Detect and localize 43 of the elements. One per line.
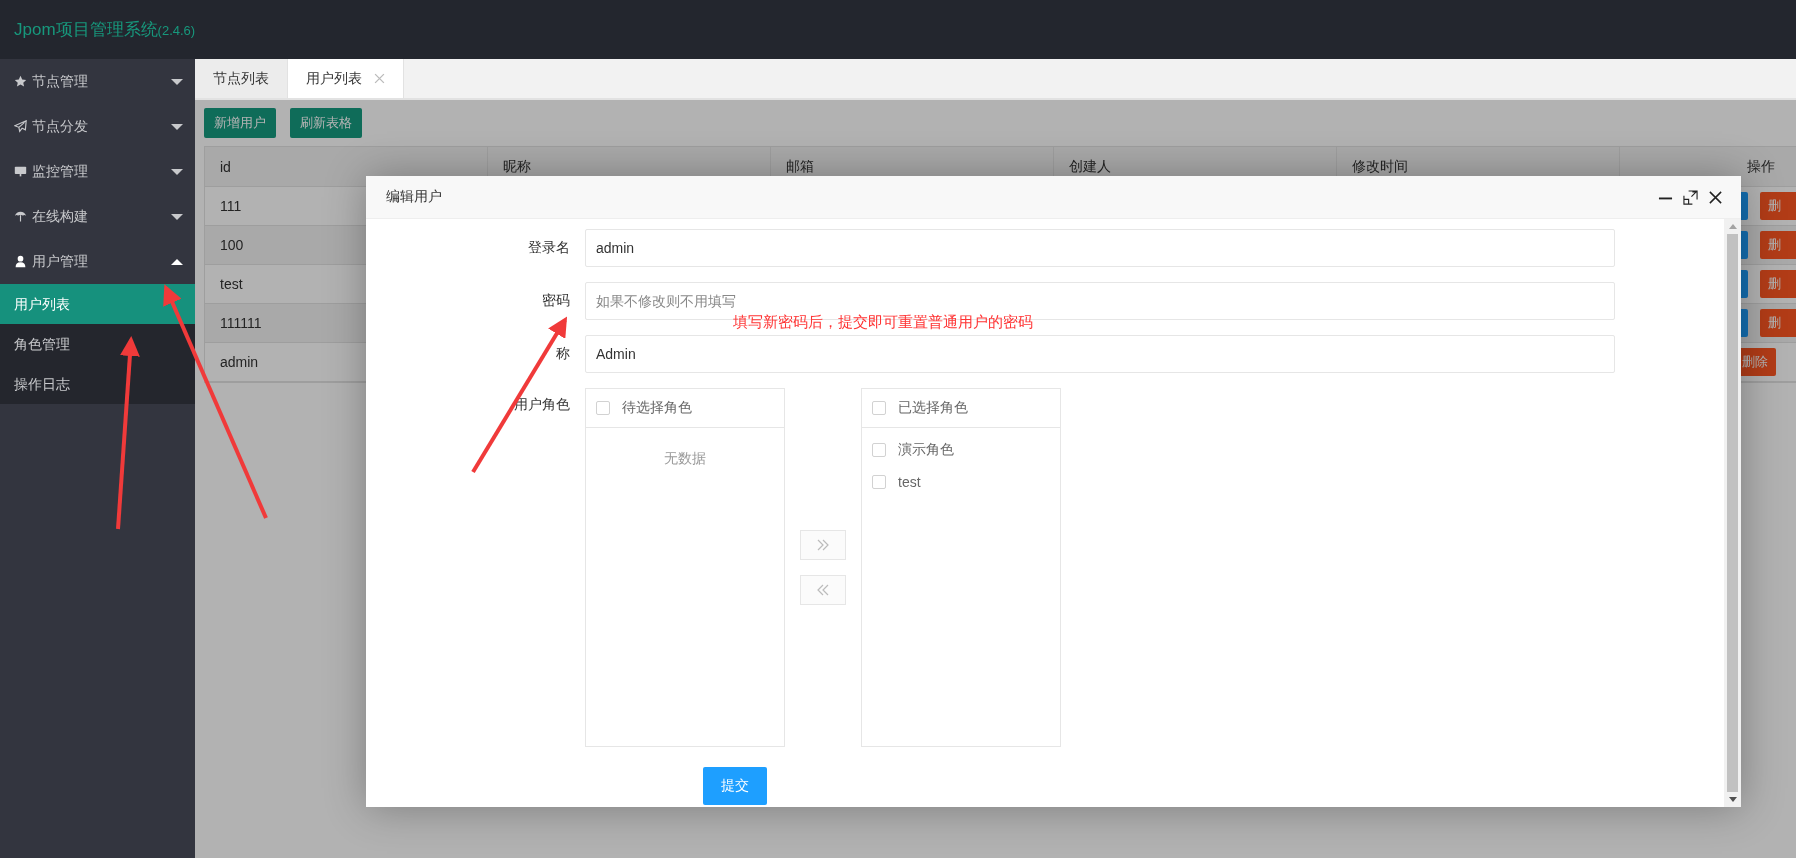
double-chevron-left-icon xyxy=(816,584,830,596)
field-label: 密码 xyxy=(541,292,571,310)
tab[interactable]: 用户列表 xyxy=(288,59,404,98)
table-cell: admin xyxy=(220,354,259,370)
checkbox[interactable] xyxy=(872,443,886,457)
table-cell: 100 xyxy=(220,237,244,253)
table-cell: test xyxy=(220,276,243,292)
sidebar-menu-item[interactable]: 在线构建 xyxy=(0,194,195,239)
panel-title: 待选择角色 xyxy=(622,399,692,417)
checkbox[interactable] xyxy=(872,401,886,415)
column-header: 操作 xyxy=(1746,156,1776,176)
paper-plane-icon xyxy=(14,120,27,133)
app-title: Jpom项目管理系统(2.4.6) xyxy=(14,19,196,41)
checkbox[interactable] xyxy=(596,401,610,415)
move-left-button[interactable] xyxy=(800,575,846,605)
field-label: 登录名 xyxy=(527,239,571,257)
move-right-button[interactable] xyxy=(800,530,846,560)
empty-text: 无数据 xyxy=(663,449,707,468)
sidebar-menu-item[interactable]: 监控管理 xyxy=(0,149,195,194)
sidebar-submenu-item[interactable]: 角色管理 xyxy=(0,324,195,364)
monitor-icon xyxy=(14,165,27,178)
panel-title: 已选择角色 xyxy=(898,399,968,417)
table-cell: 111 xyxy=(220,198,242,214)
input-field[interactable]: Admin xyxy=(585,335,1615,373)
sidebar-menu-item[interactable]: 节点分发 xyxy=(0,104,195,149)
scrollbar[interactable] xyxy=(1724,219,1741,807)
sidebar-menu-item[interactable]: 节点管理 xyxy=(0,59,195,104)
table-cell: 111111 xyxy=(220,315,262,331)
star-icon xyxy=(14,75,27,88)
field-label: 称 xyxy=(555,345,571,363)
input-field[interactable]: admin xyxy=(585,229,1615,267)
sidebar-submenu-item[interactable]: 用户列表 xyxy=(0,284,195,324)
checkbox[interactable] xyxy=(872,475,886,489)
maximize-icon[interactable] xyxy=(1683,189,1698,205)
tab[interactable]: 节点列表 xyxy=(195,59,288,98)
double-chevron-right-icon xyxy=(816,539,830,551)
role-item[interactable]: test xyxy=(898,474,921,490)
close-icon[interactable] xyxy=(1708,189,1723,205)
sidebar-submenu-item[interactable]: 操作日志 xyxy=(0,364,195,404)
sidebar-menu-item[interactable]: 用户管理 xyxy=(0,239,195,284)
dialog-title: 编辑用户 xyxy=(386,188,443,206)
user-icon xyxy=(14,255,27,268)
role-item[interactable]: 演示角色 xyxy=(898,441,954,459)
